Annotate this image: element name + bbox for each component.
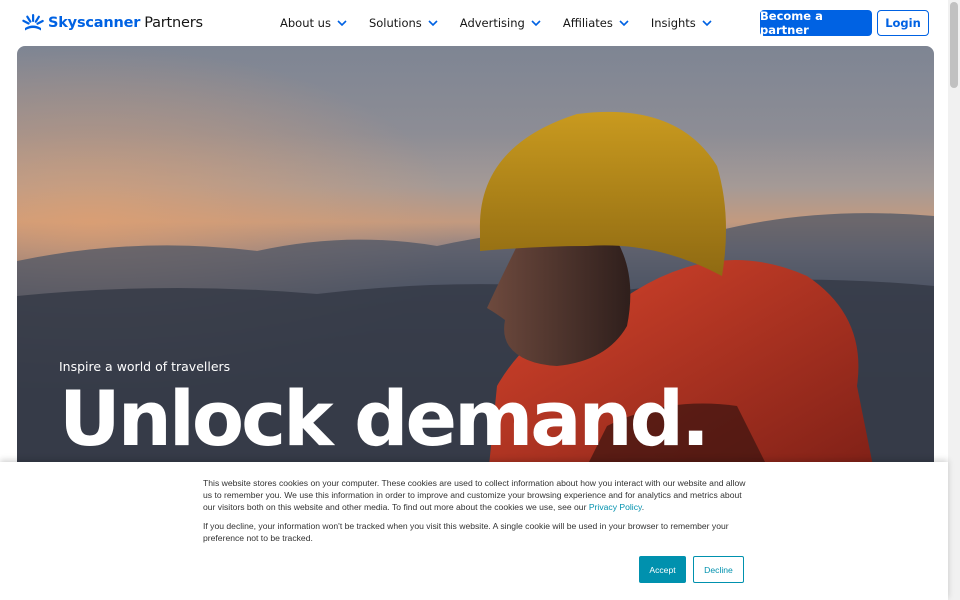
nav-label: Solutions (368, 16, 422, 30)
hero-kicker: Inspire a world of travellers (59, 359, 231, 374)
site-header: Skyscanner Partners About us Solutions Ad… (0, 0, 948, 46)
chevron-down-icon (619, 19, 629, 26)
nav-advertising[interactable]: Advertising (460, 16, 541, 30)
sunburst-logo-icon (22, 14, 44, 31)
chevron-down-icon (531, 19, 541, 26)
nav-label: About us (280, 16, 331, 30)
nav-label: Affiliates (562, 16, 613, 30)
cookie-info-text: This website stores cookies on your comp… (203, 477, 751, 513)
nav-insights[interactable]: Insights (651, 16, 712, 30)
logo-brand: Skyscanner (48, 15, 141, 31)
nav-affiliates[interactable]: Affiliates (563, 16, 629, 30)
page-scrollbar[interactable] (948, 0, 960, 600)
hero-title: Unlock demand. (59, 374, 710, 463)
cookie-consent-banner: This website stores cookies on your comp… (0, 462, 948, 600)
skyscanner-partners-logo[interactable]: Skyscanner Partners (22, 12, 203, 34)
login-button[interactable]: Login (877, 10, 929, 36)
hero-banner: Inspire a world of travellers Unlock dem… (17, 46, 934, 486)
become-a-partner-button[interactable]: Become a partner (760, 9, 872, 37)
decline-cookies-button[interactable]: Decline (693, 556, 744, 583)
chevron-down-icon (428, 19, 438, 26)
accept-cookies-button[interactable]: Accept (639, 556, 686, 583)
chevron-down-icon (337, 19, 347, 26)
cookie-decline-text: If you decline, your information won't b… (203, 521, 729, 543)
nav-label: Insights (650, 16, 696, 30)
main-nav: About us Solutions Advertising Affiliate… (280, 16, 734, 30)
cookie-info-body: This website stores cookies on your comp… (203, 478, 746, 512)
privacy-policy-link[interactable]: Privacy Policy (589, 502, 642, 512)
logo-text: Skyscanner Partners (48, 15, 203, 31)
nav-solutions[interactable]: Solutions (369, 16, 438, 30)
nav-label: Advertising (459, 16, 525, 30)
nav-about-us[interactable]: About us (280, 16, 347, 30)
logo-sub: Partners (144, 15, 203, 31)
cookie-info-end: . (641, 502, 645, 512)
scrollbar-thumb[interactable] (950, 2, 958, 88)
chevron-down-icon (702, 19, 712, 26)
